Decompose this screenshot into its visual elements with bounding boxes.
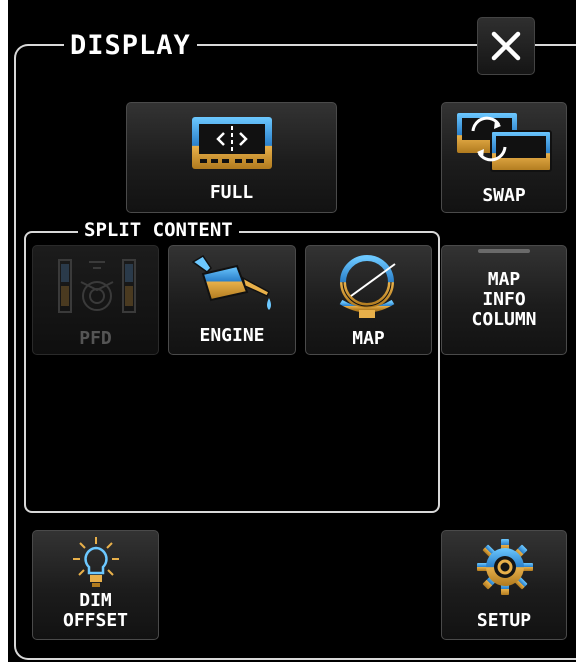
- swap-label: SWAP: [482, 185, 526, 206]
- split-content-title: SPLIT CONTENT: [78, 218, 239, 242]
- map-info-column-label: MAP INFO COLUMN: [471, 269, 537, 330]
- oil-can-icon: [191, 254, 271, 310]
- lightbulb-icon: [73, 537, 119, 587]
- dim-offset-label: DIM OFFSET: [62, 590, 129, 631]
- pfd-icon: [58, 259, 136, 313]
- dim-offset-button[interactable]: DIM OFFSET: [32, 530, 159, 640]
- full-button[interactable]: FULL: [126, 102, 337, 213]
- engine-label: ENGINE: [199, 325, 265, 346]
- gear-icon: [477, 539, 533, 595]
- engine-button[interactable]: ENGINE: [168, 245, 296, 355]
- setup-button[interactable]: SETUP: [441, 530, 567, 640]
- map-button[interactable]: MAP: [305, 245, 432, 355]
- map-info-column-button[interactable]: MAP INFO COLUMN: [441, 245, 567, 355]
- pfd-label: PFD: [79, 328, 112, 349]
- display-screen: DISPLAY FULL SWAP SPLIT CONTENT PFD ENGI…: [0, 0, 576, 662]
- swap-button[interactable]: SWAP: [441, 102, 567, 213]
- setup-label: SETUP: [476, 610, 532, 631]
- left-edge: [0, 0, 8, 662]
- map-label: MAP: [352, 328, 385, 349]
- page-title: DISPLAY: [64, 28, 197, 64]
- pfd-button[interactable]: PFD: [32, 245, 159, 355]
- full-label: FULL: [209, 182, 254, 203]
- globe-icon: [339, 255, 396, 318]
- swap-icon: [457, 113, 552, 172]
- map-info-column-indicator: [478, 249, 530, 253]
- full-screen-icon: [192, 117, 272, 169]
- close-icon: [491, 31, 521, 61]
- close-button[interactable]: [477, 17, 535, 75]
